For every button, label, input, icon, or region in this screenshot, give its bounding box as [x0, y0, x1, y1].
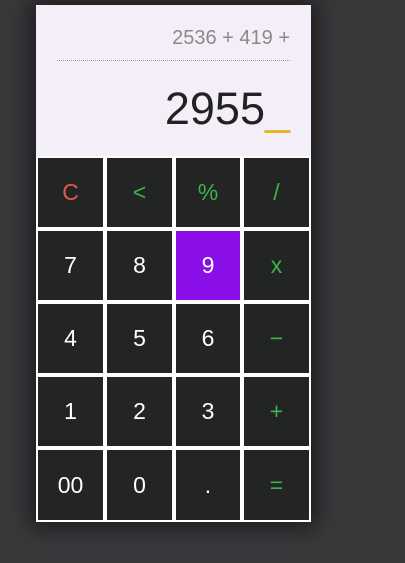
clear-button[interactable]: C [38, 158, 103, 227]
key-00[interactable]: 00 [38, 450, 103, 520]
key-8[interactable]: 8 [107, 231, 172, 300]
display-panel: 2536 + 419 + 2955_ [36, 5, 311, 156]
input-cursor: _ [264, 83, 290, 134]
display-divider [57, 60, 290, 61]
key-3[interactable]: 3 [176, 377, 240, 446]
key-4[interactable]: 4 [38, 304, 103, 373]
decimal-button[interactable]: . [176, 450, 240, 520]
multiply-button[interactable]: x [244, 231, 309, 300]
expression-display: 2536 + 419 + [172, 27, 290, 49]
divide-button[interactable]: / [244, 158, 309, 227]
add-button[interactable]: + [244, 377, 309, 446]
key-9[interactable]: 9 [176, 231, 240, 300]
backspace-button[interactable]: < [107, 158, 172, 227]
calculator: 2536 + 419 + 2955_ C < % / 7 8 9 x 4 5 6… [36, 5, 311, 522]
key-0[interactable]: 0 [107, 450, 172, 520]
key-7[interactable]: 7 [38, 231, 103, 300]
key-1[interactable]: 1 [38, 377, 103, 446]
result-display: 2955_ [165, 83, 290, 135]
key-2[interactable]: 2 [107, 377, 172, 446]
key-6[interactable]: 6 [176, 304, 240, 373]
result-value: 2955 [164, 83, 265, 134]
subtract-button[interactable]: − [244, 304, 309, 373]
percent-button[interactable]: % [176, 158, 240, 227]
key-5[interactable]: 5 [107, 304, 172, 373]
equals-button[interactable]: = [244, 450, 309, 520]
keypad: C < % / 7 8 9 x 4 5 6 − 1 2 3 + 00 0 . = [36, 156, 311, 522]
